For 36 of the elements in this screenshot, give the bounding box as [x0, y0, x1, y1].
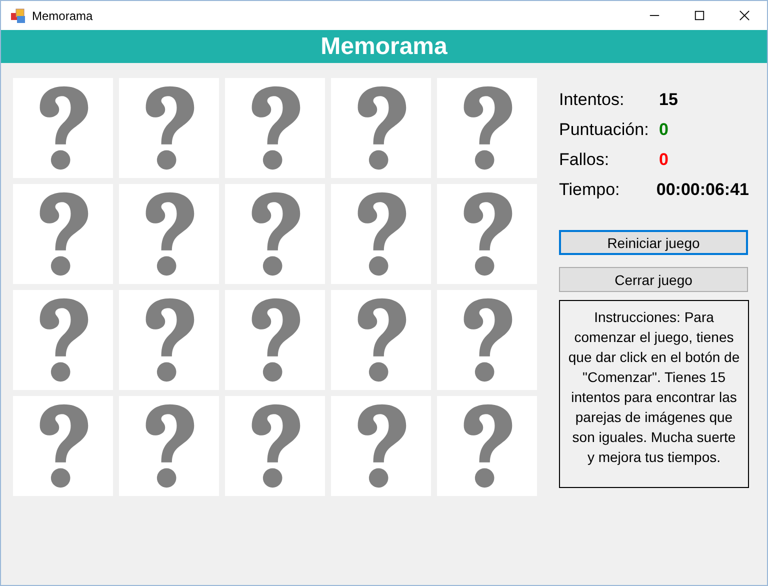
stat-value: 15 [659, 90, 678, 110]
memory-card[interactable] [119, 184, 219, 284]
close-icon[interactable] [739, 10, 750, 21]
maximize-icon[interactable] [694, 10, 705, 21]
window-title: Memorama [32, 8, 93, 22]
app-icon [10, 8, 26, 24]
memory-card[interactable] [225, 184, 325, 284]
stat-value: 0 [659, 150, 668, 170]
stat-label: Fallos: [559, 150, 610, 170]
memory-card[interactable] [331, 184, 431, 284]
stat-label: Puntuación: [559, 120, 650, 140]
memory-card[interactable] [437, 78, 537, 178]
memory-card[interactable] [119, 290, 219, 390]
memory-card[interactable] [13, 184, 113, 284]
memory-card[interactable] [225, 396, 325, 496]
game-button[interactable]: Reiniciar juego [559, 230, 748, 255]
stat-label: Tiempo: [559, 180, 621, 200]
memory-card[interactable] [13, 290, 113, 390]
stat-value: 00:00:06:41 [656, 180, 749, 200]
memory-card[interactable] [225, 290, 325, 390]
memory-card[interactable] [331, 396, 431, 496]
instructions-text: Instrucciones: Para comenzar el juego, tienes que dar click en el botón de "Comenzar". Tienes 15 intentos para encontrar las parejas de imágenes que son iguales. Mucha suerte y mejora tus tiempos. [559, 300, 749, 488]
memory-card[interactable] [13, 396, 113, 496]
memory-card[interactable] [437, 396, 537, 496]
memory-card[interactable] [331, 290, 431, 390]
header-title: Memorama [1, 30, 767, 63]
memory-card[interactable] [119, 78, 219, 178]
game-button[interactable]: Cerrar juego [559, 267, 748, 292]
memory-card[interactable] [437, 290, 537, 390]
memory-card[interactable] [225, 78, 325, 178]
memory-card[interactable] [119, 396, 219, 496]
stat-label: Intentos: [559, 90, 626, 110]
stat-value: 0 [659, 120, 668, 140]
memory-card[interactable] [331, 78, 431, 178]
memory-card[interactable] [13, 78, 113, 178]
memory-card[interactable] [437, 184, 537, 284]
